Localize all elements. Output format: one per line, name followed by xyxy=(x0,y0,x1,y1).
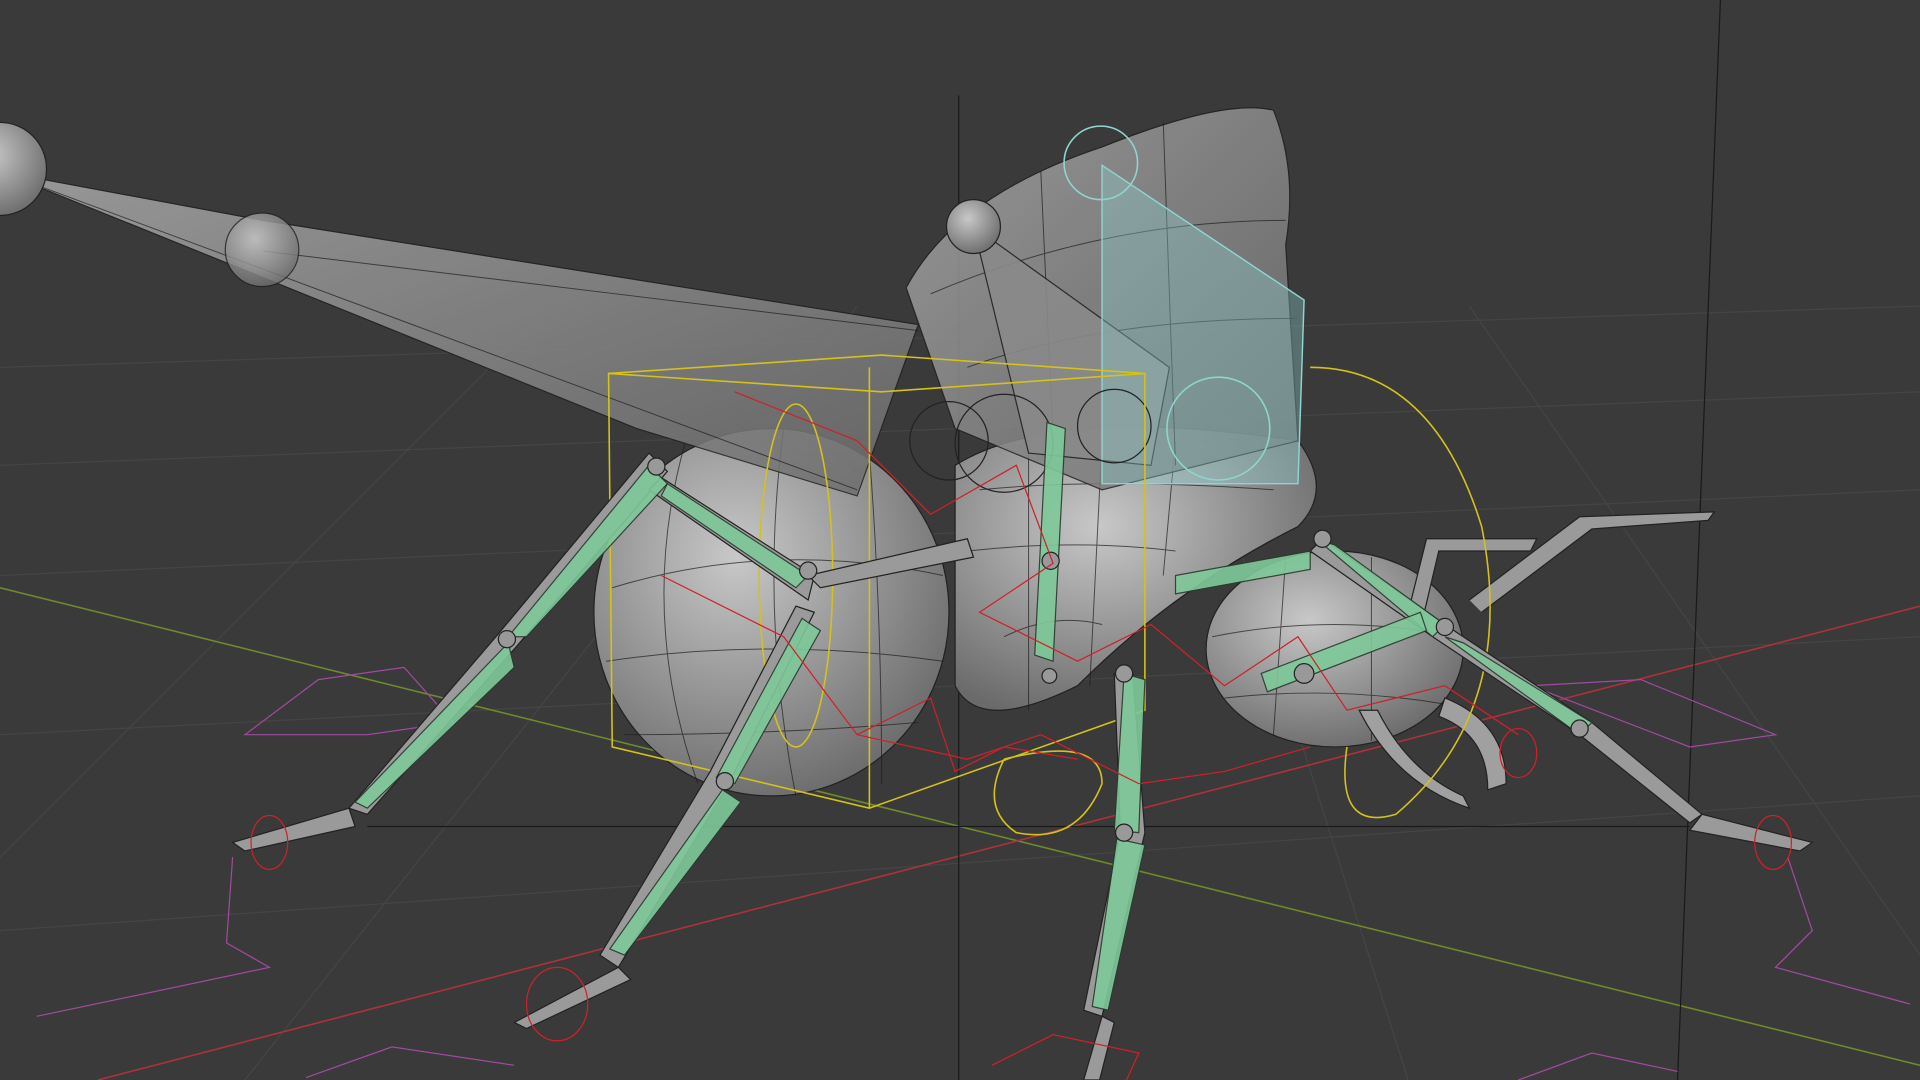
z-guide-line-right xyxy=(1676,0,1722,1080)
wing-bone-left[interactable] xyxy=(0,121,920,497)
viewport-canvas[interactable] xyxy=(0,0,1920,1080)
ant-antenna xyxy=(1407,511,1716,619)
3d-viewport[interactable] xyxy=(0,0,1920,1080)
foot-ik-controls[interactable] xyxy=(36,666,1911,1080)
